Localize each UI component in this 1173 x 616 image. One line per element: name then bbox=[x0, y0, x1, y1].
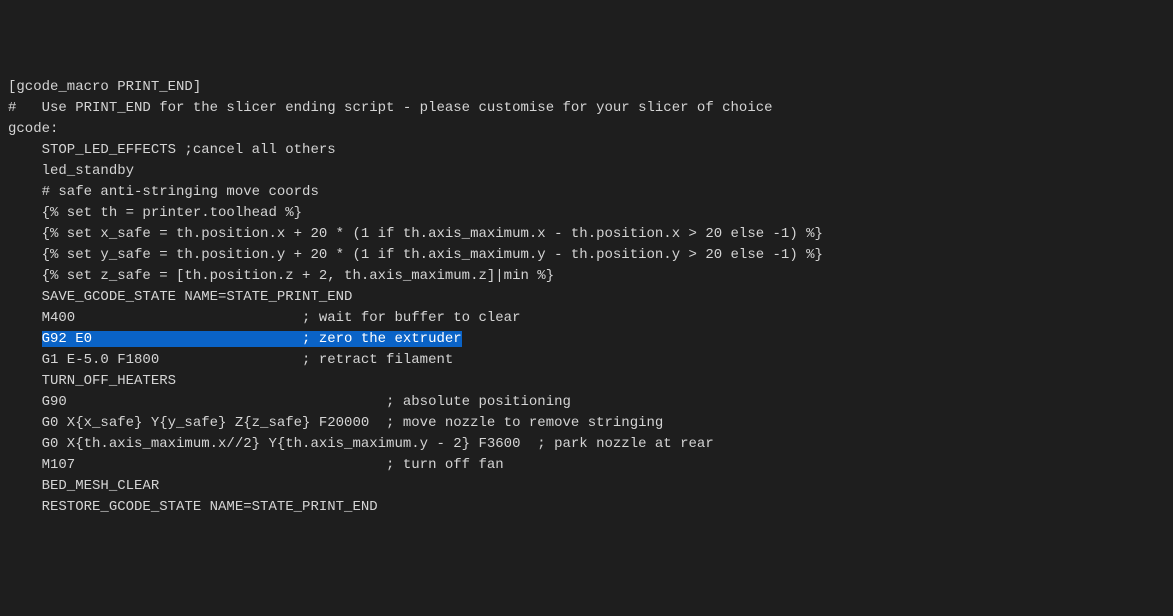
code-line[interactable]: {% set z_safe = [th.position.z + 2, th.a… bbox=[8, 266, 1165, 287]
code-line[interactable]: G0 X{th.axis_maximum.x//2} Y{th.axis_max… bbox=[8, 434, 1165, 455]
code-line[interactable]: {% set th = printer.toolhead %} bbox=[8, 203, 1165, 224]
code-line[interactable]: {% set x_safe = th.position.x + 20 * (1 … bbox=[8, 224, 1165, 245]
highlighted-text[interactable]: G92 E0 ; zero the extruder bbox=[42, 331, 462, 347]
code-line[interactable]: M400 ; wait for buffer to clear bbox=[8, 308, 1165, 329]
code-line[interactable]: G90 ; absolute positioning bbox=[8, 392, 1165, 413]
code-line[interactable]: RESTORE_GCODE_STATE NAME=STATE_PRINT_END bbox=[8, 497, 1165, 518]
code-line[interactable]: G0 X{x_safe} Y{y_safe} Z{z_safe} F20000 … bbox=[8, 413, 1165, 434]
code-block[interactable]: [gcode_macro PRINT_END]# Use PRINT_END f… bbox=[8, 77, 1165, 518]
code-line[interactable]: STOP_LED_EFFECTS ;cancel all others bbox=[8, 140, 1165, 161]
code-line[interactable]: # Use PRINT_END for the slicer ending sc… bbox=[8, 98, 1165, 119]
code-line[interactable]: # safe anti-stringing move coords bbox=[8, 182, 1165, 203]
code-line[interactable]: {% set y_safe = th.position.y + 20 * (1 … bbox=[8, 245, 1165, 266]
code-line[interactable]: BED_MESH_CLEAR bbox=[8, 476, 1165, 497]
code-line[interactable]: gcode: bbox=[8, 119, 1165, 140]
code-line[interactable]: led_standby bbox=[8, 161, 1165, 182]
code-line[interactable]: G92 E0 ; zero the extruder bbox=[8, 329, 1165, 350]
code-line[interactable]: [gcode_macro PRINT_END] bbox=[8, 77, 1165, 98]
code-line[interactable]: SAVE_GCODE_STATE NAME=STATE_PRINT_END bbox=[8, 287, 1165, 308]
code-line[interactable]: G1 E-5.0 F1800 ; retract filament bbox=[8, 350, 1165, 371]
code-line[interactable]: TURN_OFF_HEATERS bbox=[8, 371, 1165, 392]
code-line[interactable]: M107 ; turn off fan bbox=[8, 455, 1165, 476]
